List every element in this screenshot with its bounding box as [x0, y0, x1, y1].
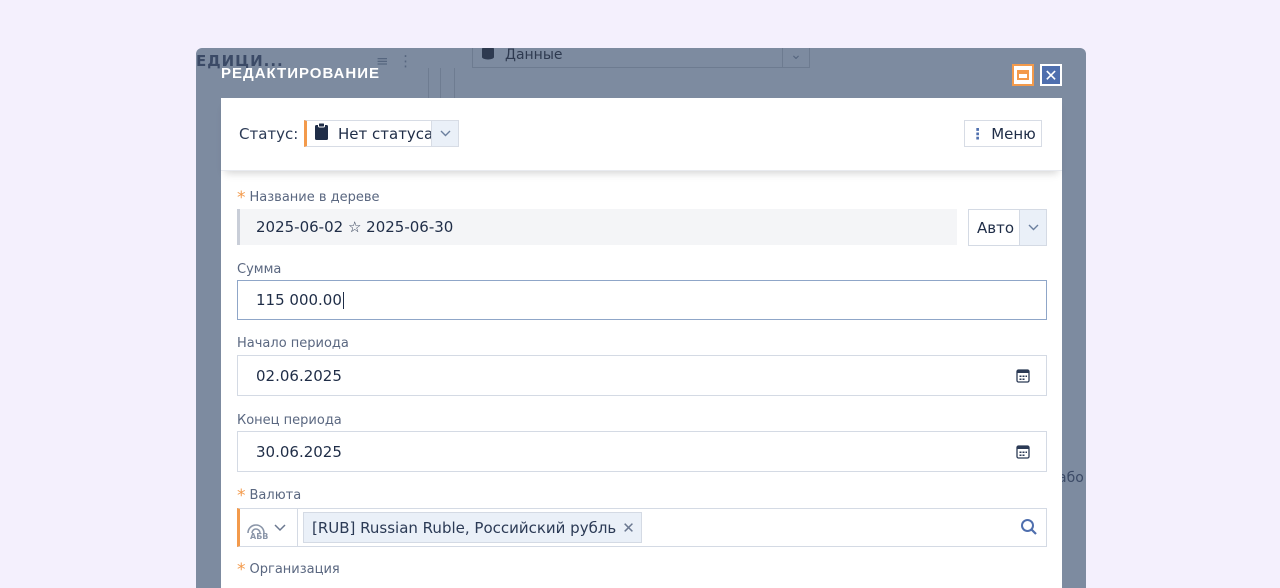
chevron-down-icon	[431, 121, 458, 146]
status-value: Нет статуса	[338, 124, 434, 143]
period-start-label: Начало периода	[237, 336, 349, 351]
divider	[297, 509, 298, 546]
required-icon: *	[237, 188, 246, 208]
period-start-value: 02.06.2025	[256, 366, 342, 385]
database-icon	[481, 48, 495, 64]
chevron-down-icon	[1019, 210, 1046, 245]
calendar-icon[interactable]	[1016, 444, 1030, 463]
close-button[interactable]: ✕	[1040, 64, 1062, 86]
chevron-down-icon: ⌄	[782, 48, 809, 67]
tree-name-label-text: Название в дереве	[249, 190, 380, 205]
maximize-button[interactable]	[1012, 64, 1034, 86]
tree-name-value: 2025-06-02 ☆ 2025-06-30	[256, 218, 454, 236]
period-start-input[interactable]: 02.06.2025	[237, 355, 1047, 396]
amount-input[interactable]: 115 000.00	[237, 280, 1047, 320]
status-select[interactable]: Нет статуса	[304, 120, 459, 147]
text-cursor	[342, 291, 344, 309]
required-icon: *	[237, 560, 246, 580]
tree-name-field: 2025-06-02 ☆ 2025-06-30	[237, 209, 957, 245]
currency-field[interactable]: АБВ [RUB] Russian Ruble, Российский рубл…	[237, 508, 1047, 547]
edit-dialog-window: ЕДИЦИ... ≡ ⋮ Данные ⌄ або РЕДАКТИРОВАНИЕ…	[196, 48, 1086, 588]
dialog-title: РЕДАКТИРОВАНИЕ	[221, 65, 381, 82]
background-select-value: Данные	[505, 48, 563, 63]
tree-name-mode-value: Авто	[977, 218, 1015, 237]
organization-label: * Организация	[237, 560, 340, 580]
period-end-value: 30.06.2025	[256, 442, 342, 461]
input-mode-text: АБВ	[250, 532, 269, 541]
maximize-icon	[1017, 70, 1029, 80]
status-label: Статус:	[239, 125, 299, 143]
calendar-icon[interactable]	[1016, 368, 1030, 387]
remove-tag-icon[interactable]: ✕	[622, 519, 635, 537]
organization-label-text: Организация	[249, 562, 340, 577]
tree-name-mode-select[interactable]: Авто	[968, 209, 1047, 246]
currency-tag-label: [RUB] Russian Ruble, Российский рубль	[312, 518, 617, 537]
required-icon: *	[237, 486, 246, 506]
currency-tag: [RUB] Russian Ruble, Российский рубль ✕	[303, 512, 642, 543]
chevron-down-icon	[274, 524, 286, 532]
menu-button[interactable]: ⋮ Меню	[964, 120, 1042, 147]
currency-label: * Валюта	[237, 486, 301, 506]
tree-name-label: * Название в дереве	[237, 188, 380, 208]
form-panel: Статус: Нет статуса ⋮ Меню * Название в д…	[221, 98, 1062, 588]
status-bar: Статус: Нет статуса ⋮ Меню	[221, 98, 1062, 171]
background-select: Данные ⌄	[472, 48, 810, 68]
amount-value: 115 000.00	[256, 291, 342, 309]
period-end-label: Конец периода	[237, 413, 342, 428]
search-icon[interactable]	[1020, 518, 1038, 540]
period-end-input[interactable]: 30.06.2025	[237, 431, 1047, 472]
background-toolbar-icons: ≡ ⋮	[376, 52, 414, 70]
amount-label: Сумма	[237, 262, 282, 277]
menu-label: Меню	[991, 124, 1036, 143]
more-vertical-icon: ⋮	[970, 124, 986, 143]
currency-label-text: Валюта	[249, 488, 302, 503]
input-mode-switch[interactable]: АБВ	[246, 515, 296, 541]
close-icon: ✕	[1044, 65, 1058, 85]
clipboard-icon	[315, 122, 328, 144]
